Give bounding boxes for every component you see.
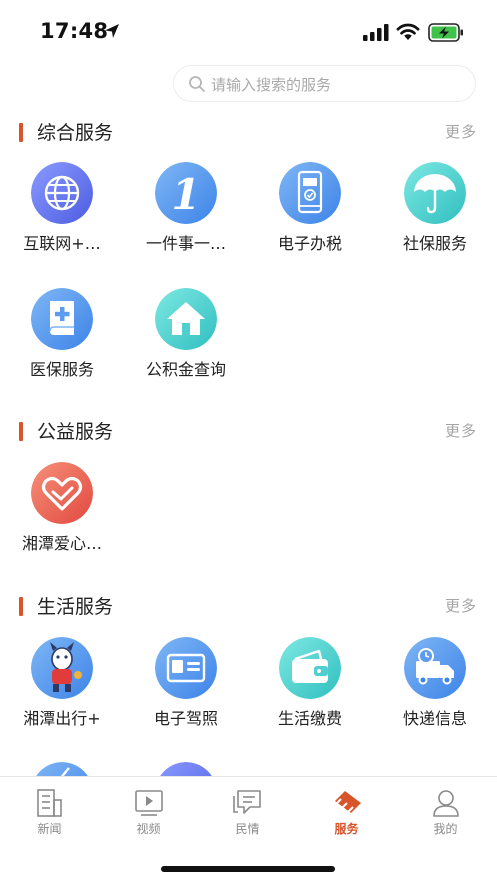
service-tile-housing-fund[interactable]: 公积金查询 bbox=[124, 288, 248, 398]
delivery-truck-icon bbox=[404, 637, 466, 699]
chat-icon bbox=[233, 790, 261, 814]
section-header-general: 综合服务 更多 bbox=[0, 117, 497, 147]
tile-label: 一件事一… bbox=[145, 234, 226, 253]
wallet-icon bbox=[279, 637, 341, 699]
section-accent-bar bbox=[19, 597, 23, 616]
service-tile-e-driver-license[interactable]: 电子驾照 bbox=[124, 637, 248, 747]
globe-icon bbox=[31, 162, 93, 224]
cellular-signal-icon bbox=[363, 24, 389, 41]
search-placeholder: 请输入搜索的服务 bbox=[211, 76, 332, 94]
umbrella-icon bbox=[404, 162, 466, 224]
section-title: 生活服务 bbox=[37, 596, 114, 618]
tab-profile[interactable]: 我的 bbox=[396, 777, 495, 847]
more-link[interactable]: 更多 bbox=[445, 420, 477, 441]
section-title: 公益服务 bbox=[37, 421, 114, 443]
tab-label: 我的 bbox=[433, 822, 458, 836]
profile-icon bbox=[433, 790, 459, 817]
service-tile-utility-payment[interactable]: 生活缴费 bbox=[248, 637, 372, 747]
service-tile-one-thing[interactable]: 1 一件事一… bbox=[124, 162, 248, 272]
section-accent-bar bbox=[19, 123, 23, 142]
tile-label: 电子驾照 bbox=[153, 709, 218, 728]
service-tile-social-security[interactable]: 社保服务 bbox=[373, 162, 497, 272]
heart-hand-icon bbox=[31, 462, 93, 524]
search-icon bbox=[189, 76, 205, 92]
tile-label: 互联网+… bbox=[23, 234, 101, 253]
tile-label: 湘潭爱心… bbox=[21, 534, 102, 553]
status-bar: 17:48 bbox=[0, 0, 497, 62]
service-tile-xiangtan-love[interactable]: 湘潭爱心… bbox=[0, 462, 124, 572]
service-tile-express-info[interactable]: 快递信息 bbox=[373, 637, 497, 747]
service-tile-xiangtan-travel[interactable]: 湘潭出行+ bbox=[0, 637, 124, 747]
tile-label: 医保服务 bbox=[29, 360, 94, 379]
tile-label: 电子办税 bbox=[277, 234, 342, 253]
video-icon bbox=[135, 790, 163, 816]
tile-label: 湘潭出行+ bbox=[23, 709, 101, 728]
number-one-icon: 1 bbox=[155, 162, 217, 224]
service-tile-internet-plus[interactable]: 互联网+… bbox=[0, 162, 124, 272]
news-icon bbox=[37, 789, 62, 817]
battery-charging-icon bbox=[428, 23, 463, 42]
tile-label: 快递信息 bbox=[402, 709, 467, 728]
section-accent-bar bbox=[19, 422, 23, 441]
tab-news[interactable]: 新闻 bbox=[0, 777, 99, 847]
id-card-icon bbox=[155, 637, 217, 699]
tab-label: 新闻 bbox=[37, 822, 62, 836]
medical-book-icon bbox=[31, 288, 93, 350]
status-time: 17:48 bbox=[40, 19, 109, 43]
more-link[interactable]: 更多 bbox=[445, 121, 477, 142]
section-header-life: 生活服务 更多 bbox=[0, 591, 497, 621]
home-indicator bbox=[161, 866, 335, 872]
wifi-icon bbox=[396, 23, 420, 40]
tax-phone-icon bbox=[279, 162, 341, 224]
service-tile-e-tax[interactable]: 电子办税 bbox=[248, 162, 372, 272]
tile-label: 社保服务 bbox=[402, 234, 467, 253]
tile-label: 生活缴费 bbox=[277, 709, 342, 728]
tile-label: 公积金查询 bbox=[145, 360, 226, 379]
tab-label: 视频 bbox=[136, 822, 161, 836]
more-link[interactable]: 更多 bbox=[445, 595, 477, 616]
location-arrow-icon bbox=[105, 24, 119, 38]
tab-label: 民情 bbox=[235, 822, 260, 836]
tab-video[interactable]: 视频 bbox=[99, 777, 198, 847]
section-header-public-welfare: 公益服务 更多 bbox=[0, 416, 497, 446]
tab-public-opinion[interactable]: 民情 bbox=[198, 777, 297, 847]
house-icon bbox=[155, 288, 217, 350]
tab-service[interactable]: 服务 bbox=[297, 777, 396, 847]
service-tile-medical-insurance[interactable]: 医保服务 bbox=[0, 288, 124, 398]
service-icon bbox=[332, 791, 361, 816]
svg-text:1: 1 bbox=[171, 170, 200, 219]
mascot-icon bbox=[31, 637, 93, 699]
section-title: 综合服务 bbox=[37, 122, 114, 144]
search-box[interactable]: 请输入搜索的服务 bbox=[173, 65, 476, 102]
tab-label: 服务 bbox=[334, 822, 359, 836]
